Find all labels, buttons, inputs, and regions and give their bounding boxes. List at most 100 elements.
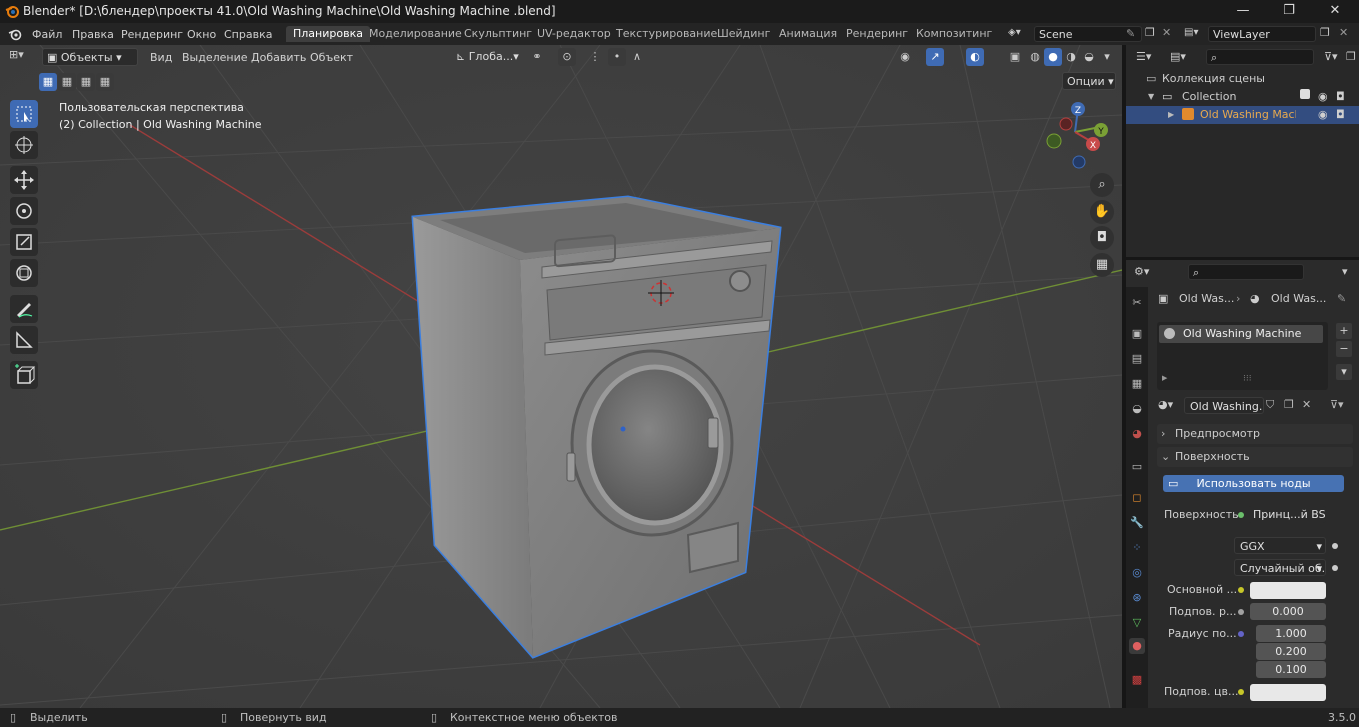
xray-icon[interactable]: ▣ — [1006, 48, 1024, 66]
shader-socket-icon[interactable] — [1238, 512, 1244, 518]
resize-grip-icon[interactable]: ⁝⁝⁝ — [1243, 374, 1252, 384]
menu-file[interactable]: Файл — [32, 28, 62, 41]
scale-tool-icon[interactable] — [10, 228, 38, 256]
tab-layout[interactable]: Планировка — [286, 26, 370, 42]
add-slot-button[interactable]: + — [1336, 323, 1352, 339]
radius-x-field[interactable]: 1.000 — [1256, 625, 1326, 642]
menu-window[interactable]: Окно — [187, 28, 216, 41]
zoom-icon[interactable]: ⌕ — [1090, 173, 1114, 197]
minimize-button[interactable]: — — [1223, 2, 1263, 20]
preview-panel-header[interactable]: › Предпросмотр — [1157, 424, 1353, 444]
delete-view-layer-icon[interactable]: ✕ — [1339, 26, 1348, 39]
particles-tab-icon[interactable]: ⁘ — [1129, 540, 1145, 556]
tab-animation[interactable]: Анимация — [772, 26, 844, 42]
subsurface-color-swatch[interactable] — [1250, 684, 1326, 701]
material-browse-icon[interactable]: ◕▾ — [1158, 398, 1173, 411]
use-nodes-button[interactable]: ▭ Использовать ноды — [1163, 475, 1344, 492]
render-tab-icon[interactable]: ▣ — [1129, 326, 1145, 342]
visibility-icon[interactable]: ◉ — [896, 48, 914, 66]
menu-view[interactable]: Вид — [150, 51, 172, 64]
object-tab-icon[interactable]: ◻ — [1129, 490, 1145, 506]
mode-dropdown[interactable]: ▣ Объекты ▾ — [42, 48, 138, 66]
base-color-swatch[interactable] — [1250, 582, 1326, 599]
unlink-material-icon[interactable]: ✕ — [1302, 398, 1311, 411]
outliner-row-scene-collection[interactable]: ▭ Коллекция сцены — [1126, 70, 1359, 88]
falloff-icon[interactable]: ∧ — [628, 48, 646, 66]
base-color-socket-icon[interactable] — [1238, 587, 1244, 593]
tab-compositing[interactable]: Композитинг — [909, 26, 999, 42]
rotate-tool-icon[interactable] — [10, 197, 38, 225]
rendered-shading-icon[interactable]: ◒ — [1080, 48, 1098, 66]
menu-object[interactable]: Объект — [310, 51, 353, 64]
outliner-row-collection[interactable]: ▼ ▭ Collection ◉ ◘ — [1126, 88, 1359, 106]
scene-icon[interactable]: ◈▾ — [1008, 27, 1032, 41]
constraints-tab-icon[interactable]: ⊛ — [1129, 590, 1145, 606]
select-extend-icon[interactable]: ▦ — [58, 73, 76, 91]
proportional-edit-icon[interactable]: • — [608, 48, 626, 66]
slot-menu-button[interactable]: ▾ — [1336, 364, 1352, 380]
select-box-tool-icon[interactable] — [10, 100, 38, 128]
collection-tab-icon[interactable]: ▭ — [1129, 459, 1145, 475]
subsurface-method-dropdown[interactable]: Случайный об... ▾ — [1234, 559, 1326, 576]
snap-icon[interactable]: ⊙ — [558, 48, 576, 66]
add-cube-tool-icon[interactable] — [10, 361, 38, 389]
wireframe-shading-icon[interactable]: ◍ — [1026, 48, 1044, 66]
transform-tool-icon[interactable] — [10, 259, 38, 287]
data-tab-icon[interactable]: ▽ — [1129, 615, 1145, 631]
camera-render-icon[interactable]: ◘ — [1336, 88, 1345, 106]
new-collection-icon[interactable]: ❐ — [1346, 50, 1356, 63]
blender-menu-icon[interactable] — [8, 27, 22, 41]
overlay-toggle-icon[interactable]: ◐ — [966, 48, 984, 66]
output-tab-icon[interactable]: ▤ — [1129, 351, 1145, 367]
object-eye-icon[interactable]: ◉ — [1318, 106, 1328, 124]
subsurface-method-socket-icon[interactable] — [1332, 565, 1338, 571]
material-slot-row[interactable]: Old Washing Machine — [1159, 325, 1323, 343]
link-dropdown-icon[interactable]: ⊽▾ — [1330, 398, 1344, 411]
pin-properties-icon[interactable]: ✎ — [1337, 292, 1346, 305]
editor-type-icon[interactable]: ⊞▾ — [9, 48, 37, 66]
pan-hand-icon[interactable]: ✋ — [1090, 200, 1114, 224]
physics-tab-icon[interactable]: ◎ — [1129, 565, 1145, 581]
measure-tool-icon[interactable] — [10, 326, 38, 354]
menu-select[interactable]: Выделение — [182, 51, 248, 64]
properties-options-icon[interactable]: ▾ — [1342, 265, 1348, 278]
expand-down-icon[interactable]: ▼ — [1148, 88, 1154, 106]
tab-sculpting[interactable]: Скульптинг — [457, 26, 539, 42]
area-divider-horizontal[interactable] — [1126, 257, 1359, 260]
material-shading-icon[interactable]: ◑ — [1062, 48, 1080, 66]
distribution-socket-icon[interactable] — [1332, 543, 1338, 549]
menu-add[interactable]: Добавить — [251, 51, 306, 64]
view-layer-icon[interactable]: ▤▾ — [1184, 27, 1198, 38]
tab-shading[interactable]: Шейдинг — [710, 26, 777, 42]
fake-user-icon[interactable]: ⛉ — [1266, 398, 1274, 412]
solid-shading-icon[interactable]: ● — [1044, 48, 1062, 66]
select-invert-icon[interactable]: ▦ — [96, 73, 114, 91]
outliner-display-mode-icon[interactable]: ▤▾ — [1170, 50, 1186, 63]
remove-slot-button[interactable]: − — [1336, 341, 1352, 357]
delete-scene-icon[interactable]: ✕ — [1162, 26, 1171, 39]
properties-editor-icon[interactable]: ⚙▾ — [1134, 265, 1149, 278]
navigation-gizmo[interactable]: Z Y X — [1042, 97, 1116, 173]
view-layer-tab-icon[interactable]: ▦ — [1129, 376, 1145, 392]
tab-rendering[interactable]: Рендеринг — [839, 26, 915, 42]
menu-render[interactable]: Рендеринг — [121, 28, 183, 41]
radius-socket-icon[interactable] — [1238, 631, 1244, 637]
eye-icon[interactable]: ◉ — [1318, 88, 1328, 106]
radius-z-field[interactable]: 0.100 — [1256, 661, 1326, 678]
material-name-field[interactable]: Old Washing... — [1184, 397, 1264, 414]
duplicate-material-icon[interactable]: ❐ — [1284, 398, 1294, 411]
slot-expand-icon[interactable]: ▶ — [1162, 374, 1167, 382]
3d-viewport[interactable]: Пользовательская перспектива (2) Collect… — [0, 45, 1122, 708]
texture-tab-icon[interactable]: ▩ — [1129, 672, 1145, 688]
outliner-editor-icon[interactable]: ☰▾ — [1136, 50, 1151, 63]
tab-uv-editing[interactable]: UV-редактор — [530, 26, 618, 42]
expand-right-icon[interactable]: ▶ — [1168, 106, 1174, 124]
subsurface-color-socket-icon[interactable] — [1238, 689, 1244, 695]
ortho-grid-icon[interactable]: ▦ — [1090, 253, 1114, 277]
subsurface-socket-icon[interactable] — [1238, 609, 1244, 615]
close-button[interactable]: ✕ — [1315, 2, 1355, 20]
new-view-layer-icon[interactable]: ❐ — [1320, 26, 1330, 39]
tab-modeling[interactable]: Моделирование — [362, 26, 469, 42]
annotate-tool-icon[interactable] — [10, 295, 38, 323]
tool-tab-icon[interactable]: ✂ — [1129, 295, 1145, 311]
